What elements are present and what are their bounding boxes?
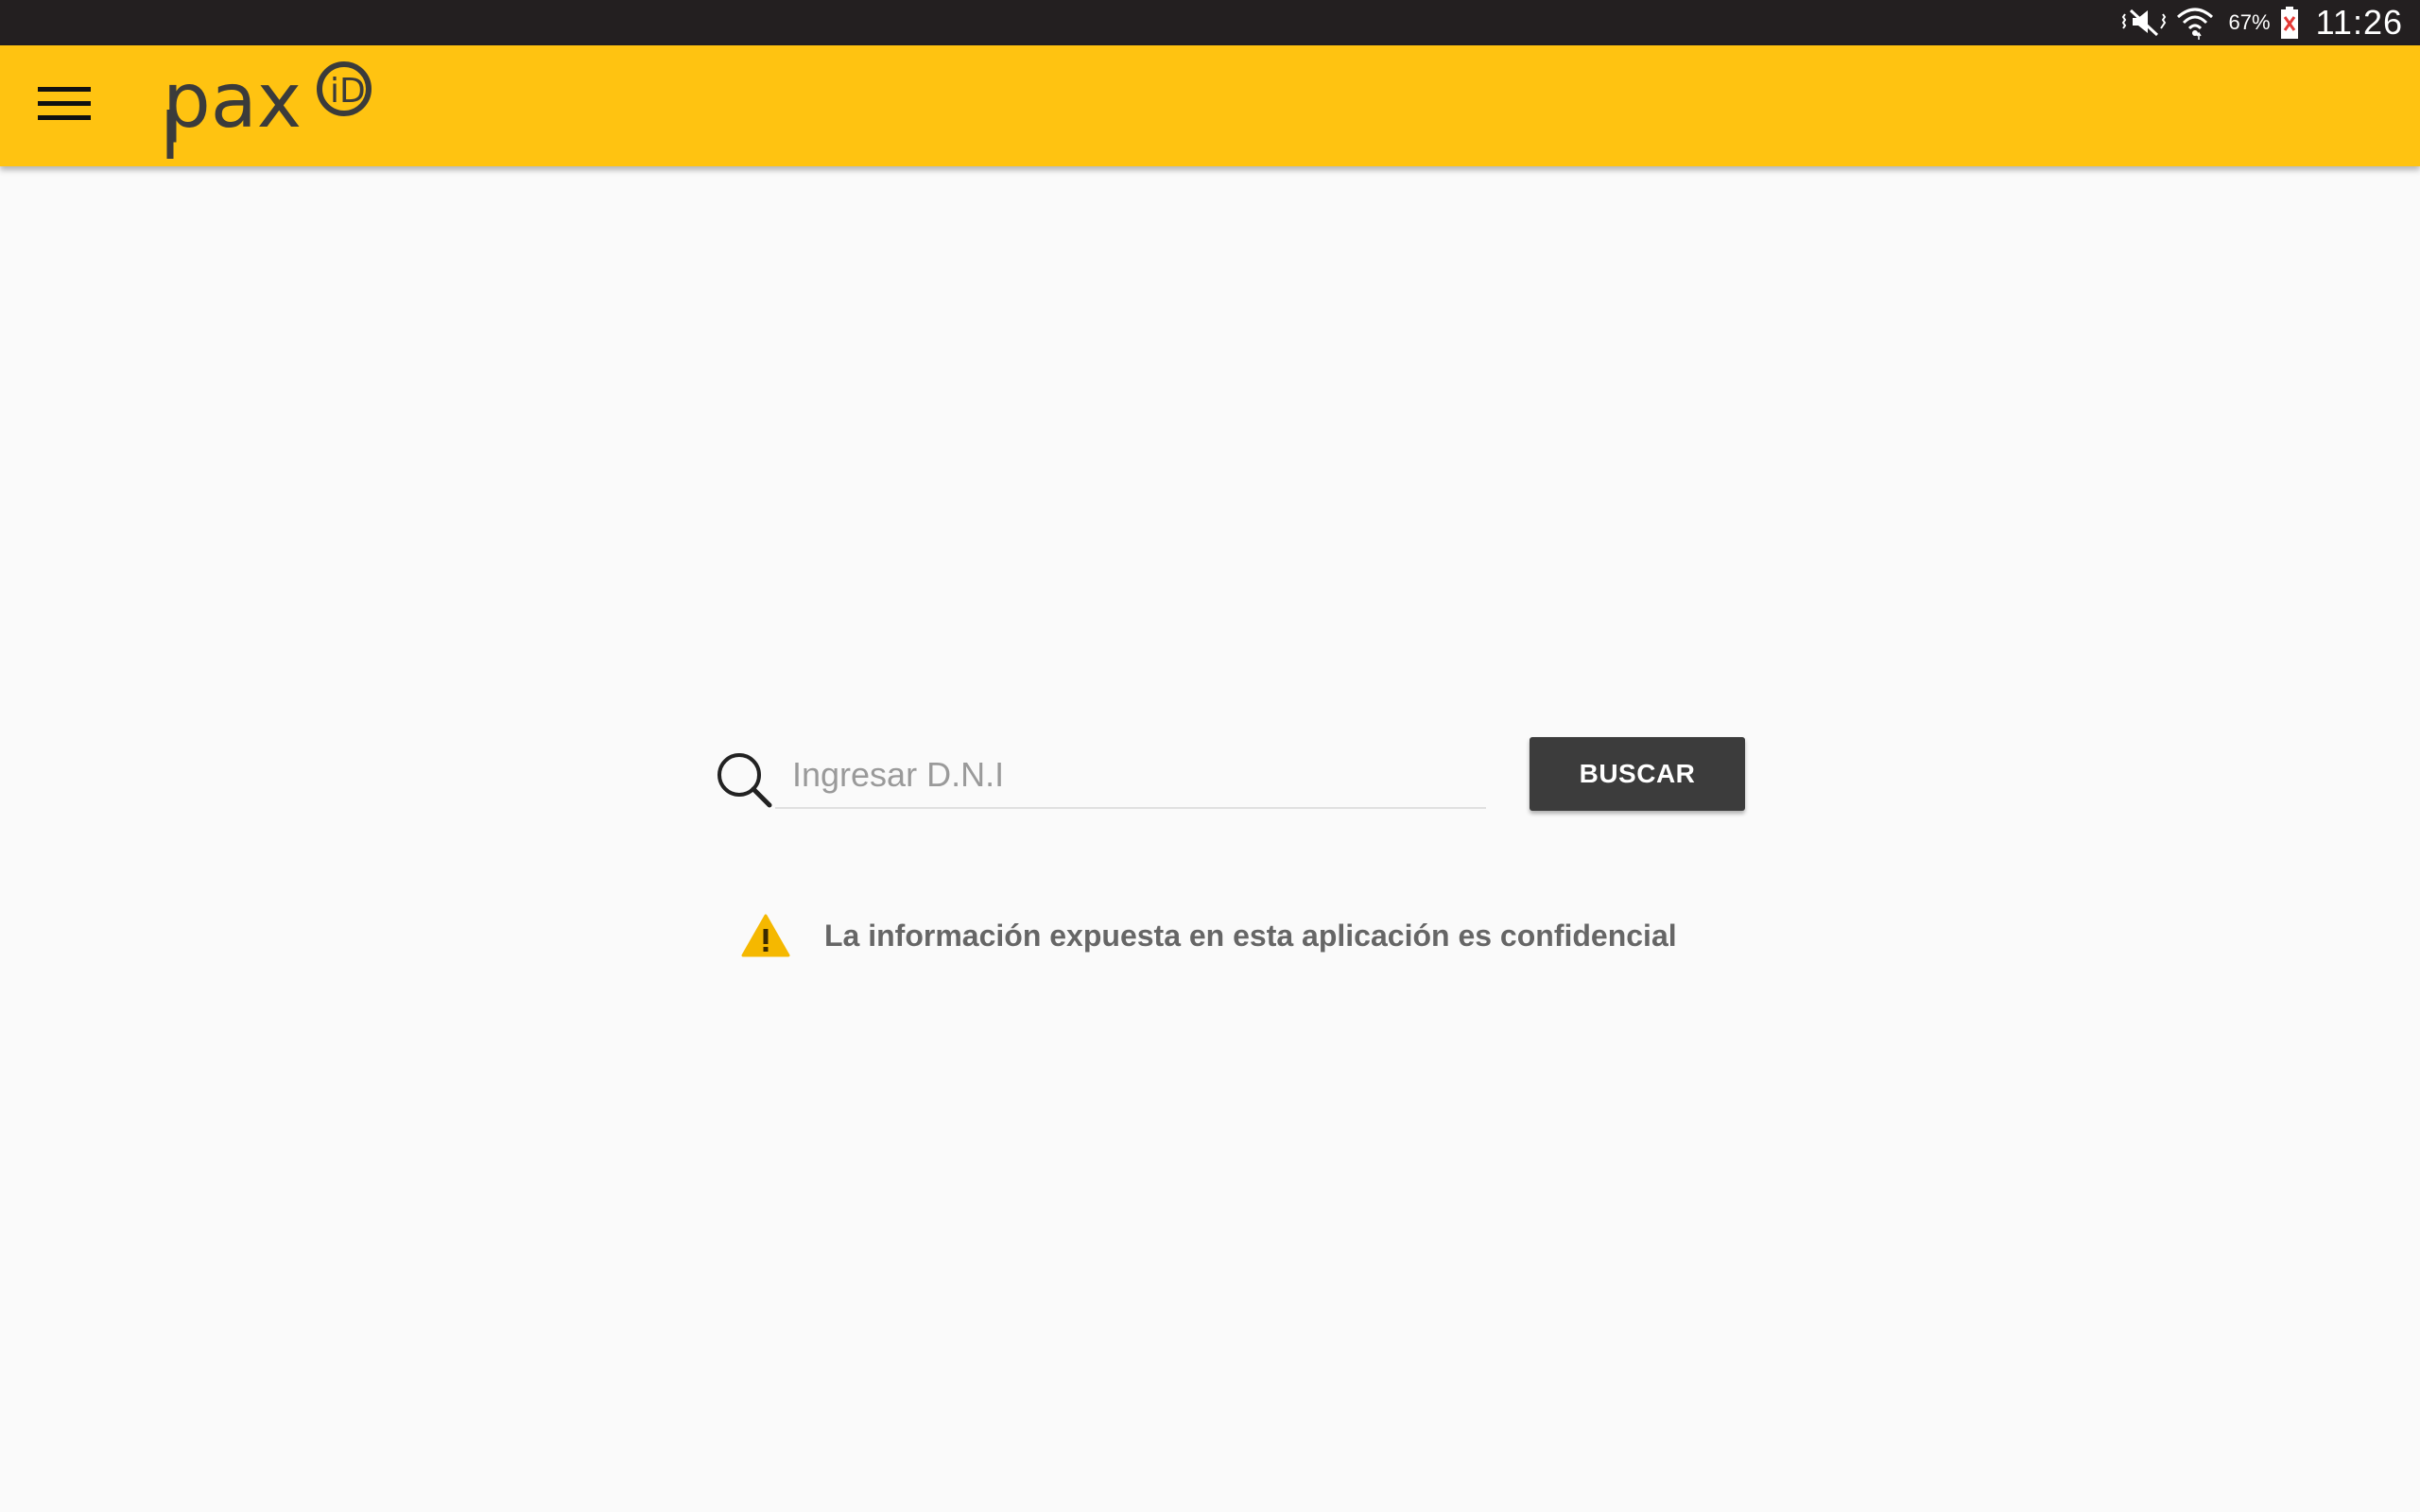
- status-icons: 67% 11:26: [2121, 0, 2403, 45]
- status-bar: 67% 11:26: [0, 0, 2420, 45]
- warning-icon: [741, 913, 790, 958]
- app-bar: pax iD: [0, 45, 2420, 166]
- search-icon: [715, 750, 775, 811]
- dni-search-input[interactable]: [775, 743, 1486, 809]
- hamburger-menu-icon: [38, 85, 91, 128]
- app-logo: pax iD: [161, 53, 388, 163]
- clock: 11:26: [2315, 3, 2403, 42]
- battery-icon: [2280, 6, 2299, 40]
- notice-text: La información expuesta en esta aplicaci…: [824, 918, 1677, 953]
- search-row: BUSCAR: [715, 737, 1754, 813]
- vibrate-mute-icon: [2121, 7, 2167, 39]
- confidential-notice: La información expuesta en esta aplicaci…: [741, 907, 1781, 964]
- buscar-button[interactable]: BUSCAR: [1530, 737, 1745, 811]
- menu-button[interactable]: [23, 72, 106, 140]
- logo-badge: iD: [330, 72, 366, 111]
- logo-text: pax: [163, 57, 302, 145]
- wifi-icon: [2176, 6, 2214, 40]
- battery-percent: 67%: [2228, 10, 2271, 34]
